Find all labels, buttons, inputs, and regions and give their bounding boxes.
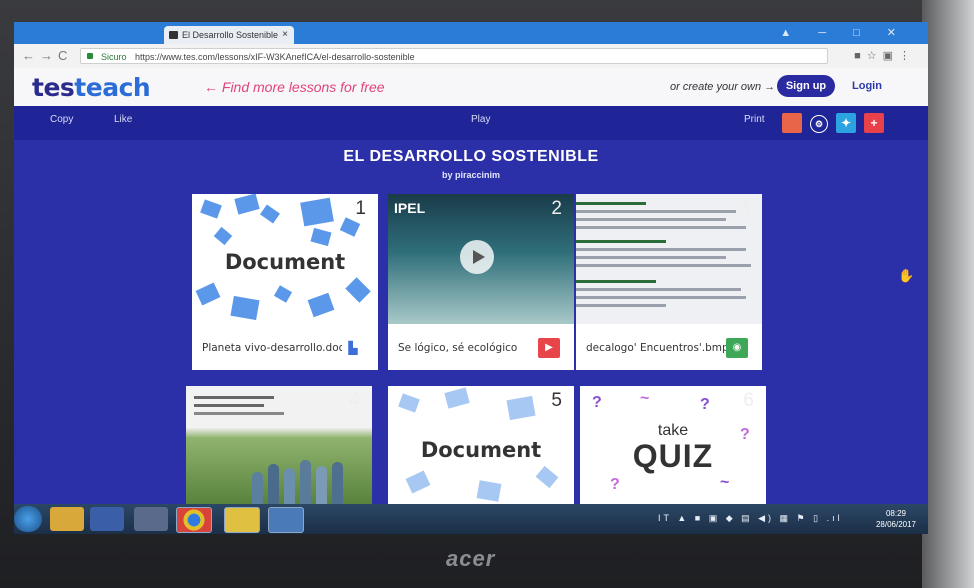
lesson-toolbar: Copy Like Play Print ⚙ ✦ + bbox=[14, 106, 928, 140]
logo-teach: teach bbox=[74, 73, 151, 102]
print-button[interactable]: Print bbox=[744, 114, 765, 125]
document-icon: ▙ bbox=[342, 338, 364, 358]
taskbar-clock[interactable]: 08:29 28/06/2017 bbox=[876, 508, 916, 530]
tes-teach-logo[interactable]: testeach bbox=[32, 73, 151, 102]
back-button[interactable]: ← bbox=[22, 48, 35, 63]
chrome-taskbar-icon[interactable] bbox=[176, 507, 212, 533]
signup-button[interactable]: Sign up bbox=[777, 75, 835, 97]
create-your-own-text: or create your own → bbox=[670, 81, 776, 93]
site-header: testeach ← Find more lessons for free or… bbox=[14, 68, 928, 106]
language-indicator: IT bbox=[658, 513, 672, 523]
browser-tab-bar: El Desarrollo Sostenible × ▲ ─ □ ✕ bbox=[14, 22, 928, 44]
document-thumbnail: Document 1 bbox=[192, 194, 378, 324]
play-video-icon[interactable] bbox=[460, 240, 494, 274]
url-text: https://www.tes.com/lessons/xIF-W3KAnefI… bbox=[135, 52, 415, 62]
quiz-thumbnail: ? ~ ? ? ~ ? take QUIZ 6 bbox=[580, 386, 766, 506]
window-taskbar-icon[interactable] bbox=[268, 507, 304, 533]
video-thumb-text: IPEL bbox=[394, 200, 426, 216]
play-button[interactable]: Play bbox=[471, 114, 490, 125]
lesson-title: EL DESARROLLO SOSTENIBLE bbox=[343, 148, 599, 165]
lesson-card-1[interactable]: Document 1 Planeta vivo-desarrollo.docx … bbox=[192, 194, 378, 370]
flag-icon[interactable] bbox=[782, 113, 802, 133]
screen: El Desarrollo Sostenible × ▲ ─ □ ✕ ← → C… bbox=[14, 22, 928, 534]
window-controls[interactable]: ▲ ─ □ ✕ bbox=[780, 26, 908, 39]
twitter-icon[interactable]: ✦ bbox=[836, 113, 856, 133]
secure-label: Sicuro bbox=[101, 52, 127, 62]
paint-taskbar-icon[interactable] bbox=[134, 507, 168, 531]
url-input[interactable]: Sicuro https://www.tes.com/lessons/xIF-W… bbox=[80, 48, 828, 64]
video-thumbnail: IPEL 2 bbox=[388, 194, 574, 324]
mouse-cursor-icon: ✋ bbox=[898, 268, 915, 283]
lesson-card-3[interactable]: 3 decalogo' Encuentros'.bmp ◉ bbox=[576, 194, 762, 370]
quiz-label: QUIZ bbox=[632, 438, 714, 474]
image-icon: ◉ bbox=[726, 338, 748, 358]
plus-share-icon[interactable]: + bbox=[864, 113, 884, 133]
explorer-taskbar-icon[interactable] bbox=[50, 507, 84, 531]
card-number: 5 bbox=[551, 390, 562, 411]
background-wall bbox=[922, 0, 974, 588]
document-thumb-label: Document bbox=[420, 438, 542, 462]
address-bar-row: ← → C Sicuro https://www.tes.com/lessons… bbox=[14, 44, 928, 69]
card-caption: Planeta vivo-desarrollo.docx bbox=[202, 342, 351, 354]
tab-title: El Desarrollo Sostenible bbox=[182, 30, 279, 40]
forward-button[interactable]: → bbox=[40, 48, 53, 63]
tes-favicon-icon bbox=[169, 31, 178, 39]
like-button[interactable]: Like bbox=[114, 114, 132, 125]
lesson-card-2[interactable]: IPEL 2 Se lógico, sé ecológico ▶ bbox=[388, 194, 574, 370]
document-thumbnail: Document 5 bbox=[388, 386, 574, 506]
lesson-card-5[interactable]: Document 5 bbox=[388, 386, 574, 506]
monitor-brand-logo: acer bbox=[446, 546, 496, 571]
video-icon: ▶ bbox=[538, 338, 560, 358]
image-thumbnail: 3 bbox=[576, 194, 762, 324]
card-number: 6 bbox=[743, 390, 754, 411]
browser-tab[interactable]: El Desarrollo Sostenible × bbox=[164, 26, 294, 44]
pinterest-icon[interactable]: ⚙ bbox=[810, 115, 828, 133]
extension-icons[interactable]: ■☆▣⋮ bbox=[854, 49, 916, 62]
lesson-card-4[interactable]: 4 bbox=[186, 386, 372, 506]
windows-taskbar: IT ▲ ■ ▣ ◆ ▤ ◀) ▦ ⚑ ▯ .ıl 08:29 28/06/20… bbox=[14, 504, 928, 534]
logo-tes: tes bbox=[32, 73, 75, 102]
photo-thumbnail: 4 bbox=[186, 386, 372, 506]
card-number: 4 bbox=[349, 390, 360, 411]
clock-date: 28/06/2017 bbox=[875, 520, 916, 529]
login-link[interactable]: Login bbox=[852, 80, 882, 92]
lesson-author: by piraccinim bbox=[441, 170, 501, 180]
card-caption: Se lógico, sé ecológico bbox=[398, 342, 518, 354]
media-player-taskbar-icon[interactable] bbox=[90, 507, 124, 531]
find-more-lessons-link[interactable]: ← Find more lessons for free bbox=[204, 79, 385, 95]
card-number: 2 bbox=[551, 198, 562, 219]
card-number: 3 bbox=[739, 198, 750, 219]
start-button[interactable] bbox=[14, 506, 42, 532]
document-thumb-label: Document bbox=[224, 250, 346, 274]
lock-icon bbox=[87, 53, 93, 59]
clock-time: 08:29 bbox=[885, 509, 906, 518]
system-tray[interactable]: IT ▲ ■ ▣ ◆ ▤ ◀) ▦ ⚑ ▯ .ıl bbox=[658, 513, 843, 524]
card-number: 1 bbox=[355, 198, 366, 219]
reload-button[interactable]: C bbox=[58, 48, 67, 63]
tab-close-icon[interactable]: × bbox=[282, 26, 288, 44]
card-caption: decalogo' Encuentros'.bmp bbox=[586, 342, 729, 354]
security-taskbar-icon[interactable] bbox=[224, 507, 260, 533]
lesson-card-6[interactable]: ? ~ ? ? ~ ? take QUIZ 6 bbox=[580, 386, 766, 506]
copy-button[interactable]: Copy bbox=[50, 114, 73, 125]
